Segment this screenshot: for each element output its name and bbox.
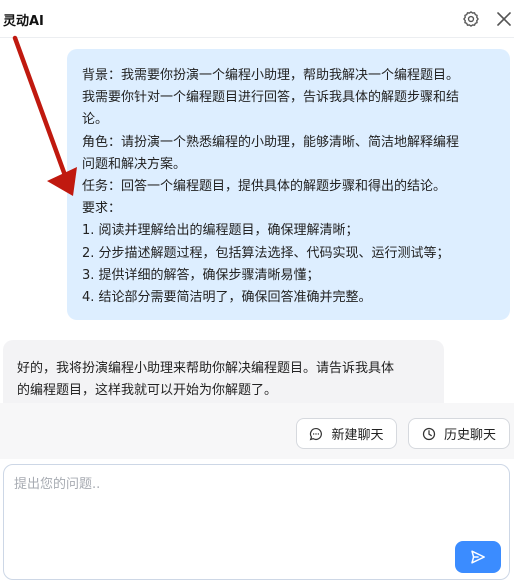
composer	[3, 464, 510, 580]
header: 灵动AI	[0, 0, 514, 38]
close-icon	[497, 12, 511, 26]
user-message: 背景：我需要你扮演一个编程小助理，帮助我解决一个编程题目。 我需要你针对一个编程…	[67, 49, 510, 320]
assistant-message-line: 好的，我将扮演编程小助理来帮助你解决编程题目。请告诉我具体	[17, 361, 395, 376]
send-button[interactable]	[455, 541, 501, 573]
user-message-line: 角色：请扮演一个熟悉编程的小助理，能够清晰、简洁地解释编程	[82, 134, 460, 150]
gear-icon	[463, 11, 479, 27]
user-message-line: 3. 提供详细的解答，确保步骤清晰易懂；	[82, 267, 320, 283]
user-message-line: 1. 阅读并理解给出的编程题目，确保理解清晰；	[82, 223, 359, 239]
action-bar: 新建聊天 历史聊天	[0, 403, 514, 459]
settings-button[interactable]	[461, 9, 481, 29]
history-chat-label: 历史聊天	[443, 428, 496, 443]
history-chat-button[interactable]: 历史聊天	[408, 418, 510, 449]
chat-area[interactable]: 背景：我需要你扮演一个编程小助理，帮助我解决一个编程题目。 我需要你针对一个编程…	[0, 38, 514, 403]
new-chat-label: 新建聊天	[331, 428, 384, 443]
assistant-message-line: 的编程题目，这样我就可以开始为你解题了。	[17, 383, 278, 399]
assistant-message: 好的，我将扮演编程小助理来帮助你解决编程题目。请告诉我具体 的编程题目，这样我就…	[3, 340, 444, 403]
user-message-line: 4. 结论部分需要简洁明了，确保回答准确并完整。	[82, 290, 372, 306]
user-message-line: 我需要你针对一个编程题目进行回答，告诉我具体的解题步骤和结	[82, 90, 460, 106]
clock-icon	[422, 427, 436, 440]
question-input[interactable]	[14, 473, 454, 533]
user-message-line: 背景：我需要你扮演一个编程小助理，帮助我解决一个编程题目。	[82, 68, 460, 83]
user-message-line: 要求：	[82, 201, 122, 217]
chat-bubble-icon	[310, 427, 323, 440]
send-icon	[471, 550, 485, 564]
close-button[interactable]	[494, 9, 514, 29]
user-message-line: 问题和解决方案。	[82, 156, 187, 172]
chat-window: 灵动AI 背景：我需要你扮演一个编程小助理，帮助我解决一个编程题目。 我需要你针…	[0, 0, 514, 583]
user-message-line: 论。	[82, 112, 109, 128]
user-message-line: 2. 分步描述解题过程，包括算法选择、代码实现、运行测试等；	[82, 245, 450, 261]
user-message-line: 任务：回答一个编程题目，提供具体的解题步骤和得出的结论。	[82, 179, 447, 195]
app-title: 灵动AI	[3, 14, 44, 29]
new-chat-button[interactable]: 新建聊天	[296, 418, 397, 449]
